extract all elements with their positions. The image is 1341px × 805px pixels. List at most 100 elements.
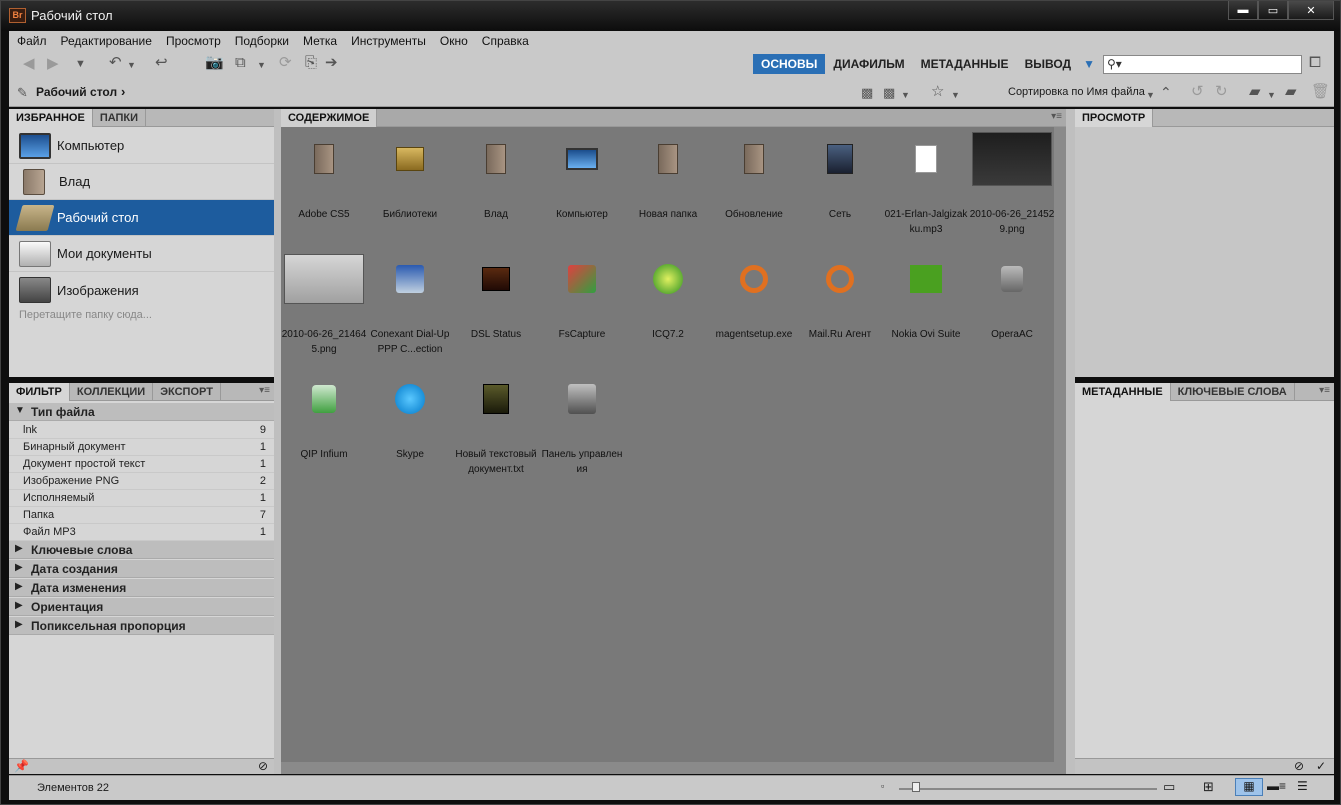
compact-mode-icon[interactable]: ⧠ [1309, 55, 1321, 71]
grid-lock-icon[interactable]: ⊞ [1203, 779, 1214, 795]
back-arrow-icon[interactable]: ◀ [23, 56, 35, 72]
content-item[interactable]: 021-Erlan-Jalgizakku.mp3 [883, 133, 969, 237]
content-item[interactable]: 2010-06-26_214645.png [281, 253, 367, 357]
workspace-essentials[interactable]: ОСНОВЫ [753, 54, 826, 74]
menu-edit[interactable]: Редактирование [61, 34, 152, 48]
menu-view[interactable]: Просмотр [166, 34, 221, 48]
content-item[interactable]: Библиотеки [367, 133, 453, 222]
content-item[interactable]: Conexant Dial-Up PPP C...ection [367, 253, 453, 357]
content-item[interactable]: Сеть [797, 133, 883, 222]
workspace-output[interactable]: ВЫВОД [1017, 54, 1080, 74]
refine-icon[interactable]: ⟳ [279, 55, 292, 71]
menu-tools[interactable]: Инструменты [351, 34, 426, 48]
tab-collections[interactable]: КОЛЛЕКЦИИ [70, 383, 154, 401]
content-item[interactable]: Nokia Ovi Suite [883, 253, 969, 342]
favorite-computer[interactable]: Компьютер [9, 128, 274, 164]
content-item[interactable]: Обновление [711, 133, 797, 222]
favorite-vlad[interactable]: Влад [9, 164, 274, 200]
content-item[interactable]: Adobe CS5 [281, 133, 367, 222]
tab-preview[interactable]: ПРОСМОТР [1075, 109, 1154, 127]
maximize-icon[interactable]: ▭ [1258, 1, 1288, 20]
menu-file[interactable]: Файл [17, 34, 47, 48]
tab-filter[interactable]: ФИЛЬТР [9, 383, 70, 401]
filter-row[interactable]: Файл MP3 1 [9, 524, 274, 541]
content-hscrollbar[interactable] [281, 762, 1054, 774]
filter-row[interactable]: Папка 7 [9, 507, 274, 524]
breadcrumb-current[interactable]: Рабочий стол [36, 85, 117, 99]
generate-previews-icon[interactable]: ▩ [883, 85, 895, 101]
panel-menu-icon[interactable]: ▾≡ [1319, 385, 1330, 396]
panel-menu-icon[interactable]: ▾≡ [1051, 111, 1062, 122]
recent-folder-icon[interactable]: ↶ [109, 55, 122, 71]
filter-section-date-modified[interactable]: ▶ Дата изменения [9, 579, 274, 597]
sort-ascending-icon[interactable]: ⌃ [1160, 84, 1172, 100]
content-item[interactable]: Влад [453, 133, 539, 222]
favorite-pictures[interactable]: Изображения [9, 272, 274, 308]
menu-help[interactable]: Справка [482, 34, 529, 48]
right-splitter[interactable] [1066, 109, 1075, 774]
tab-content[interactable]: СОДЕРЖИМОЕ [281, 109, 378, 127]
search-input[interactable]: ⚲▾ [1103, 55, 1302, 74]
favorite-documents[interactable]: Мои документы [9, 236, 274, 272]
breadcrumb-chevron-icon[interactable]: › [121, 84, 125, 99]
tab-favorites[interactable]: ИЗБРАННОЕ [9, 109, 93, 127]
workspace-dropdown-icon[interactable]: ▼ [1079, 54, 1099, 74]
content-item[interactable]: ICQ7.2 [625, 253, 711, 342]
open-arrow-icon[interactable]: ➔ [325, 55, 338, 71]
return-icon[interactable]: ↩ [155, 55, 168, 71]
open-recent-folder-icon[interactable]: ▰ [1249, 84, 1261, 100]
tab-metadata[interactable]: МЕТАДАННЫЕ [1075, 383, 1171, 401]
rotate-left-icon[interactable]: ↺ [1191, 84, 1204, 100]
content-item[interactable]: DSL Status [453, 253, 539, 342]
content-item[interactable]: OperaAC [969, 253, 1055, 342]
workspace-filmstrip[interactable]: ДИАФИЛЬМ [825, 54, 912, 74]
forward-arrow-icon[interactable]: ▶ [47, 56, 59, 72]
star-filter-icon[interactable]: ☆ [931, 84, 944, 100]
delete-icon[interactable]: 🗑 [1311, 84, 1330, 100]
history-dropdown-icon[interactable]: ▼ [75, 56, 86, 72]
menu-window[interactable]: Окно [440, 34, 468, 48]
new-folder-icon[interactable]: ▰ [1285, 84, 1297, 100]
thumbnail-quality-icon[interactable]: ▩ [861, 85, 873, 101]
filter-row[interactable]: Исполняемый 1 [9, 490, 274, 507]
tab-folders[interactable]: ПАПКИ [93, 109, 147, 127]
content-item[interactable]: magentsetup.exe [711, 253, 797, 342]
panel-menu-icon[interactable]: ▾≡ [259, 385, 270, 396]
favorite-desktop[interactable]: Рабочий стол [9, 200, 274, 236]
apply-check-icon[interactable]: ✓ [1316, 759, 1326, 773]
content-item[interactable]: Mail.Ru Агент [797, 253, 883, 342]
menu-label[interactable]: Метка [303, 34, 337, 48]
details-view-icon[interactable]: ▬≡ [1267, 779, 1286, 793]
filter-row[interactable]: Документ простой текст 1 [9, 456, 274, 473]
clear-filter-icon[interactable]: ⊘ [258, 759, 268, 773]
content-item[interactable]: 2010-06-26_214529.png [969, 132, 1055, 237]
close-icon[interactable]: ✕ [1288, 1, 1334, 20]
filter-section-orientation[interactable]: ▶ Ориентация [9, 598, 274, 616]
rotate-right-icon[interactable]: ↻ [1215, 84, 1228, 100]
thumbnail-size-slider[interactable] [899, 788, 1157, 790]
previews-dropdown-icon[interactable]: ▼ [901, 87, 910, 103]
cancel-icon[interactable]: ⊘ [1294, 759, 1304, 773]
filter-row[interactable]: Бинарный документ 1 [9, 439, 274, 456]
filter-section-filetype[interactable]: ▼ Тип файла [9, 403, 274, 421]
content-item[interactable]: Панель управления [539, 373, 625, 477]
tab-keywords[interactable]: КЛЮЧЕВЫЕ СЛОВА [1171, 383, 1295, 401]
filter-section-keywords[interactable]: ▶ Ключевые слова [9, 541, 274, 559]
title-bar[interactable]: Br Рабочий стол ▬ ▭ ✕ [1, 1, 1340, 31]
minimize-icon[interactable]: ▬ [1228, 1, 1258, 20]
sort-label[interactable]: Сортировка по Имя файла [1008, 86, 1145, 98]
content-item[interactable]: Новый текстовый документ.txt [453, 373, 539, 477]
content-item[interactable]: Компьютер [539, 133, 625, 222]
zoom-out-icon[interactable]: ▫ [881, 781, 884, 791]
star-dropdown-icon[interactable]: ▼ [951, 87, 960, 103]
recent-folder-dropdown-icon[interactable]: ▼ [1267, 87, 1276, 103]
filter-row[interactable]: Изображение PNG 2 [9, 473, 274, 490]
workspace-metadata[interactable]: МЕТАДАННЫЕ [913, 54, 1017, 74]
content-item[interactable]: Новая папка [625, 133, 711, 222]
content-item[interactable]: Skype [367, 373, 453, 462]
sort-dropdown-icon[interactable]: ▼ [1146, 87, 1155, 103]
recent-dropdown-icon[interactable]: ▼ [127, 57, 136, 73]
content-item[interactable]: QIP Infium [281, 373, 367, 462]
filter-section-date-created[interactable]: ▶ Дата создания [9, 560, 274, 578]
filter-row[interactable]: lnk 9 [9, 422, 274, 439]
